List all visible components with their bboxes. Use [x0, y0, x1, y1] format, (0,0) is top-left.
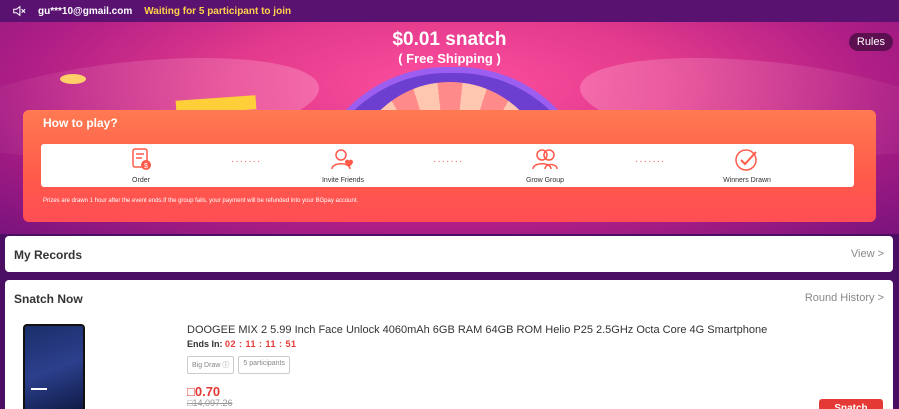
ends-in: Ends In: 02 : 11 : 11 : 51	[187, 339, 297, 349]
step-label: Order	[132, 177, 150, 184]
big-draw-label: Big Draw	[192, 362, 221, 369]
sound-muted-icon[interactable]	[12, 4, 26, 18]
step-connector: ·······	[231, 156, 262, 167]
my-records-section[interactable]: My Records View >	[5, 236, 893, 272]
ends-in-label: Ends In:	[187, 339, 223, 349]
top-bar: gu***10@gmail.com Waiting for 5 particip…	[0, 0, 899, 22]
svg-text:$: $	[144, 163, 148, 170]
big-draw-tag[interactable]: Big Draw ⓘ	[187, 356, 235, 374]
invite-friends-icon	[331, 149, 353, 170]
original-price: □14,097.26	[187, 398, 232, 408]
step-order: $ Order	[91, 144, 191, 187]
snatch-now-section: Snatch Now Round History > DOOGEE MIX 2 …	[5, 280, 893, 409]
how-to-play-note: Prizes are drawn 1 hour after the event …	[43, 198, 359, 204]
product-image[interactable]	[23, 324, 85, 409]
product-tags: Big Draw ⓘ 5 participants	[187, 356, 290, 374]
currency-icon: □	[187, 384, 195, 399]
how-to-play-card: How to play? $ Order ······· Invite Frie…	[23, 110, 876, 222]
banner-subtitle: ( Free Shipping )	[398, 51, 501, 66]
snatch-now-title: Snatch Now	[14, 292, 83, 306]
waiting-status: Waiting for 5 participant to join	[144, 5, 292, 17]
rules-button[interactable]: Rules	[848, 33, 893, 51]
snatch-banner: $0.01 snatch ( Free Shipping ) Rules How…	[0, 22, 899, 234]
coin-decor	[60, 74, 86, 84]
help-icon[interactable]: ⓘ	[222, 362, 229, 369]
product-name[interactable]: DOOGEE MIX 2 5.99 Inch Face Unlock 4060m…	[187, 324, 767, 336]
winners-drawn-icon	[735, 149, 757, 171]
step-connector: ·······	[635, 156, 666, 167]
original-price-value: 14,097.26	[192, 398, 233, 408]
step-connector: ·······	[433, 156, 464, 167]
step-grow-group: Grow Group	[495, 144, 595, 187]
banner-title: $0.01 snatch	[392, 29, 507, 50]
view-records-link[interactable]: View >	[851, 248, 884, 260]
step-winners-drawn: Winners Drawn	[697, 144, 797, 187]
user-email: gu***10@gmail.com	[38, 5, 133, 17]
countdown-timer: 02 : 11 : 11 : 51	[225, 339, 297, 349]
snatch-button[interactable]: Snatch	[819, 399, 883, 409]
phone-logo-decor	[31, 388, 47, 390]
how-to-play-steps: $ Order ······· Invite Friends ······· G…	[41, 144, 854, 187]
participants-tag: 5 participants	[238, 356, 290, 374]
how-to-play-title: How to play?	[43, 116, 118, 130]
round-history-link[interactable]: Round History >	[805, 292, 884, 304]
step-label: Grow Group	[525, 177, 565, 184]
order-icon: $	[132, 148, 151, 170]
price-value: 0.70	[194, 384, 221, 399]
step-label: Winners Drawn	[723, 177, 771, 184]
snatch-price: □0.70	[187, 384, 220, 399]
step-invite-friends: Invite Friends	[293, 144, 393, 187]
my-records-title: My Records	[14, 248, 83, 262]
step-label: Invite Friends	[321, 177, 365, 184]
grow-group-icon	[532, 149, 558, 170]
